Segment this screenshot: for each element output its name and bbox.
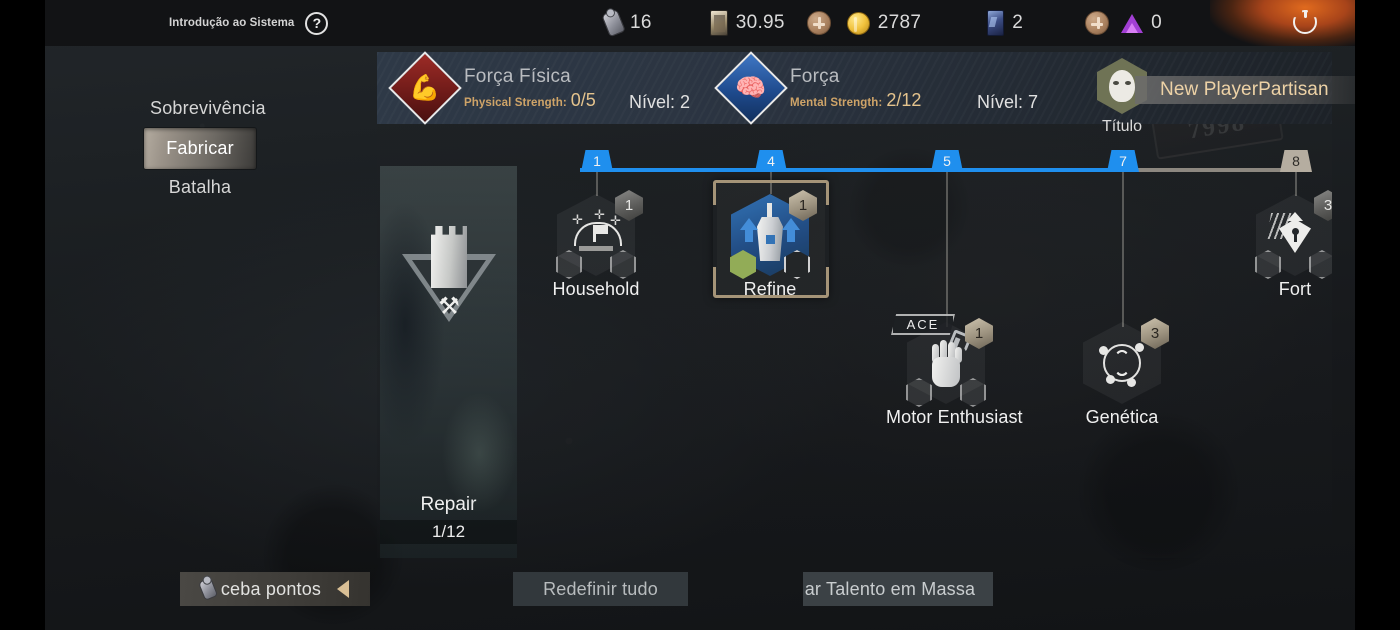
timeline-marker-1[interactable]: 1 xyxy=(581,150,613,172)
preview-count: 1/12 xyxy=(380,520,517,544)
card-icon xyxy=(709,10,728,36)
stat-physical-value: 0/5 xyxy=(570,89,596,110)
fort-label: Fort xyxy=(1278,279,1312,299)
sidebar-nav: Sobrevivência Fabricar Batalha xyxy=(100,90,300,207)
skill-node-refine[interactable]: 1 Refine xyxy=(710,180,830,300)
top-bar: Introdução ao Sistema ? 16 30.95 2787 2 … xyxy=(45,0,1355,46)
skill-node-fort[interactable]: 3 Fort xyxy=(1235,190,1332,300)
receive-points-label: ceba pontos xyxy=(220,578,322,599)
connector-household xyxy=(596,172,598,196)
skill-tier-timeline: 1 4 5 7 8 xyxy=(377,124,1332,558)
timeline-marker-5[interactable]: 5 xyxy=(931,150,963,172)
timeline-progress-fill xyxy=(580,168,1122,172)
player-title-widget[interactable]: New PlayerPartisan Título xyxy=(1097,58,1355,135)
stat-physical-title: Força Física xyxy=(464,65,571,87)
skill-node-genetica[interactable]: 3 Genética xyxy=(1062,318,1182,428)
resource-coin[interactable]: 2787 xyxy=(846,11,922,35)
resource-lighter[interactable]: 16 xyxy=(601,8,652,38)
tutorial-entry[interactable]: Introdução ao Sistema ? xyxy=(169,0,329,46)
selected-skill-preview[interactable]: ⚒ Repair 1/12 xyxy=(380,166,517,558)
connector-genetica xyxy=(1122,172,1124,327)
mass-talent-label: ar Talento em Massa xyxy=(804,578,976,599)
fort-tools-emblem-icon: ⚒ xyxy=(398,224,500,332)
bicep-diamond-icon: 💪 xyxy=(388,51,462,125)
stat-physical-level: Nível: 2 xyxy=(629,92,691,112)
resource-lighter-value: 16 xyxy=(630,12,652,33)
sidebar-item-fabricar[interactable]: Fabricar xyxy=(144,127,256,170)
add-card-button[interactable] xyxy=(806,11,831,35)
skill-node-motor-enthusiast[interactable]: ACE 1 Motor Enthusiast xyxy=(886,314,1023,428)
mass-talent-button[interactable]: ar Talento em Massa xyxy=(803,572,993,606)
stat-mental-sublabel: Mental Strength: xyxy=(790,96,883,109)
power-icon xyxy=(1293,10,1317,34)
lighter-icon xyxy=(601,8,626,38)
resource-gem-value: 0 xyxy=(1151,12,1162,33)
add-gem-button[interactable] xyxy=(1085,11,1110,35)
receive-points-button[interactable]: ceba pontos xyxy=(180,572,370,606)
coin-icon xyxy=(846,11,870,35)
resource-pack[interactable]: 2 xyxy=(987,10,1023,36)
resource-coin-value: 2787 xyxy=(877,12,922,33)
skill-tree-panel: 1 4 5 7 8 ✛ ✛ ✛ 1 Household 1 Refine ACE… xyxy=(377,124,1332,558)
timeline-marker-8[interactable]: 8 xyxy=(1280,150,1312,172)
game-viewport: 7998 Introdução ao Sistema ? 16 30.95 27… xyxy=(45,0,1355,630)
sidebar-item-sobrevivencia[interactable]: Sobrevivência xyxy=(144,90,265,128)
player-name: New PlayerPartisan xyxy=(1135,76,1355,104)
player-title-label: Título xyxy=(1101,118,1142,135)
resource-card[interactable]: 30.95 xyxy=(709,10,785,36)
timeline-marker-7[interactable]: 7 xyxy=(1107,150,1139,172)
letterbox-right xyxy=(1355,0,1400,630)
resource-card-value: 30.95 xyxy=(735,12,785,33)
stat-mental-title: Força xyxy=(790,65,840,87)
connector-fort xyxy=(1295,172,1297,196)
card-pack-icon xyxy=(987,10,1005,36)
left-arrow-icon[interactable] xyxy=(337,580,350,598)
connector-motor xyxy=(946,172,948,327)
letterbox-left xyxy=(0,0,45,630)
ace-banner: ACE xyxy=(891,314,955,335)
resource-bar: 16 30.95 2787 2 0 xyxy=(601,0,1162,46)
resource-gem[interactable]: 0 xyxy=(1121,12,1162,34)
tutorial-label: Introdução ao Sistema xyxy=(169,17,295,29)
stat-mental[interactable]: 🧠 Força Mental Strength: 2/12 xyxy=(714,51,922,125)
household-label: Household xyxy=(552,279,640,299)
question-mark-icon[interactable]: ? xyxy=(305,11,329,35)
genetica-label: Genética xyxy=(1085,407,1159,427)
reset-all-button[interactable]: Redefinir tudo xyxy=(513,572,688,606)
timeline-marker-4[interactable]: 4 xyxy=(755,150,787,172)
stat-physical-sublabel: Physical Strength: xyxy=(464,96,567,109)
preview-name: Repair xyxy=(420,494,477,515)
power-button[interactable] xyxy=(1210,0,1355,46)
footer-actions: ceba pontos Redefinir tudo ar Talento em… xyxy=(45,568,1355,618)
gem-icon xyxy=(1121,13,1144,33)
stat-mental-level: Nível: 7 xyxy=(977,92,1039,112)
sidebar-item-batalha[interactable]: Batalha xyxy=(100,169,300,207)
stat-physical[interactable]: 💪 Força Física Physical Strength: 0/5 xyxy=(388,51,596,125)
resource-pack-value: 2 xyxy=(1012,12,1024,33)
brain-diamond-icon: 🧠 xyxy=(714,51,788,125)
lighter-icon xyxy=(197,577,219,601)
motor-label: Motor Enthusiast xyxy=(886,407,1023,427)
stat-mental-value: 2/12 xyxy=(886,89,922,110)
skill-node-household[interactable]: ✛ ✛ ✛ 1 Household xyxy=(536,190,656,300)
